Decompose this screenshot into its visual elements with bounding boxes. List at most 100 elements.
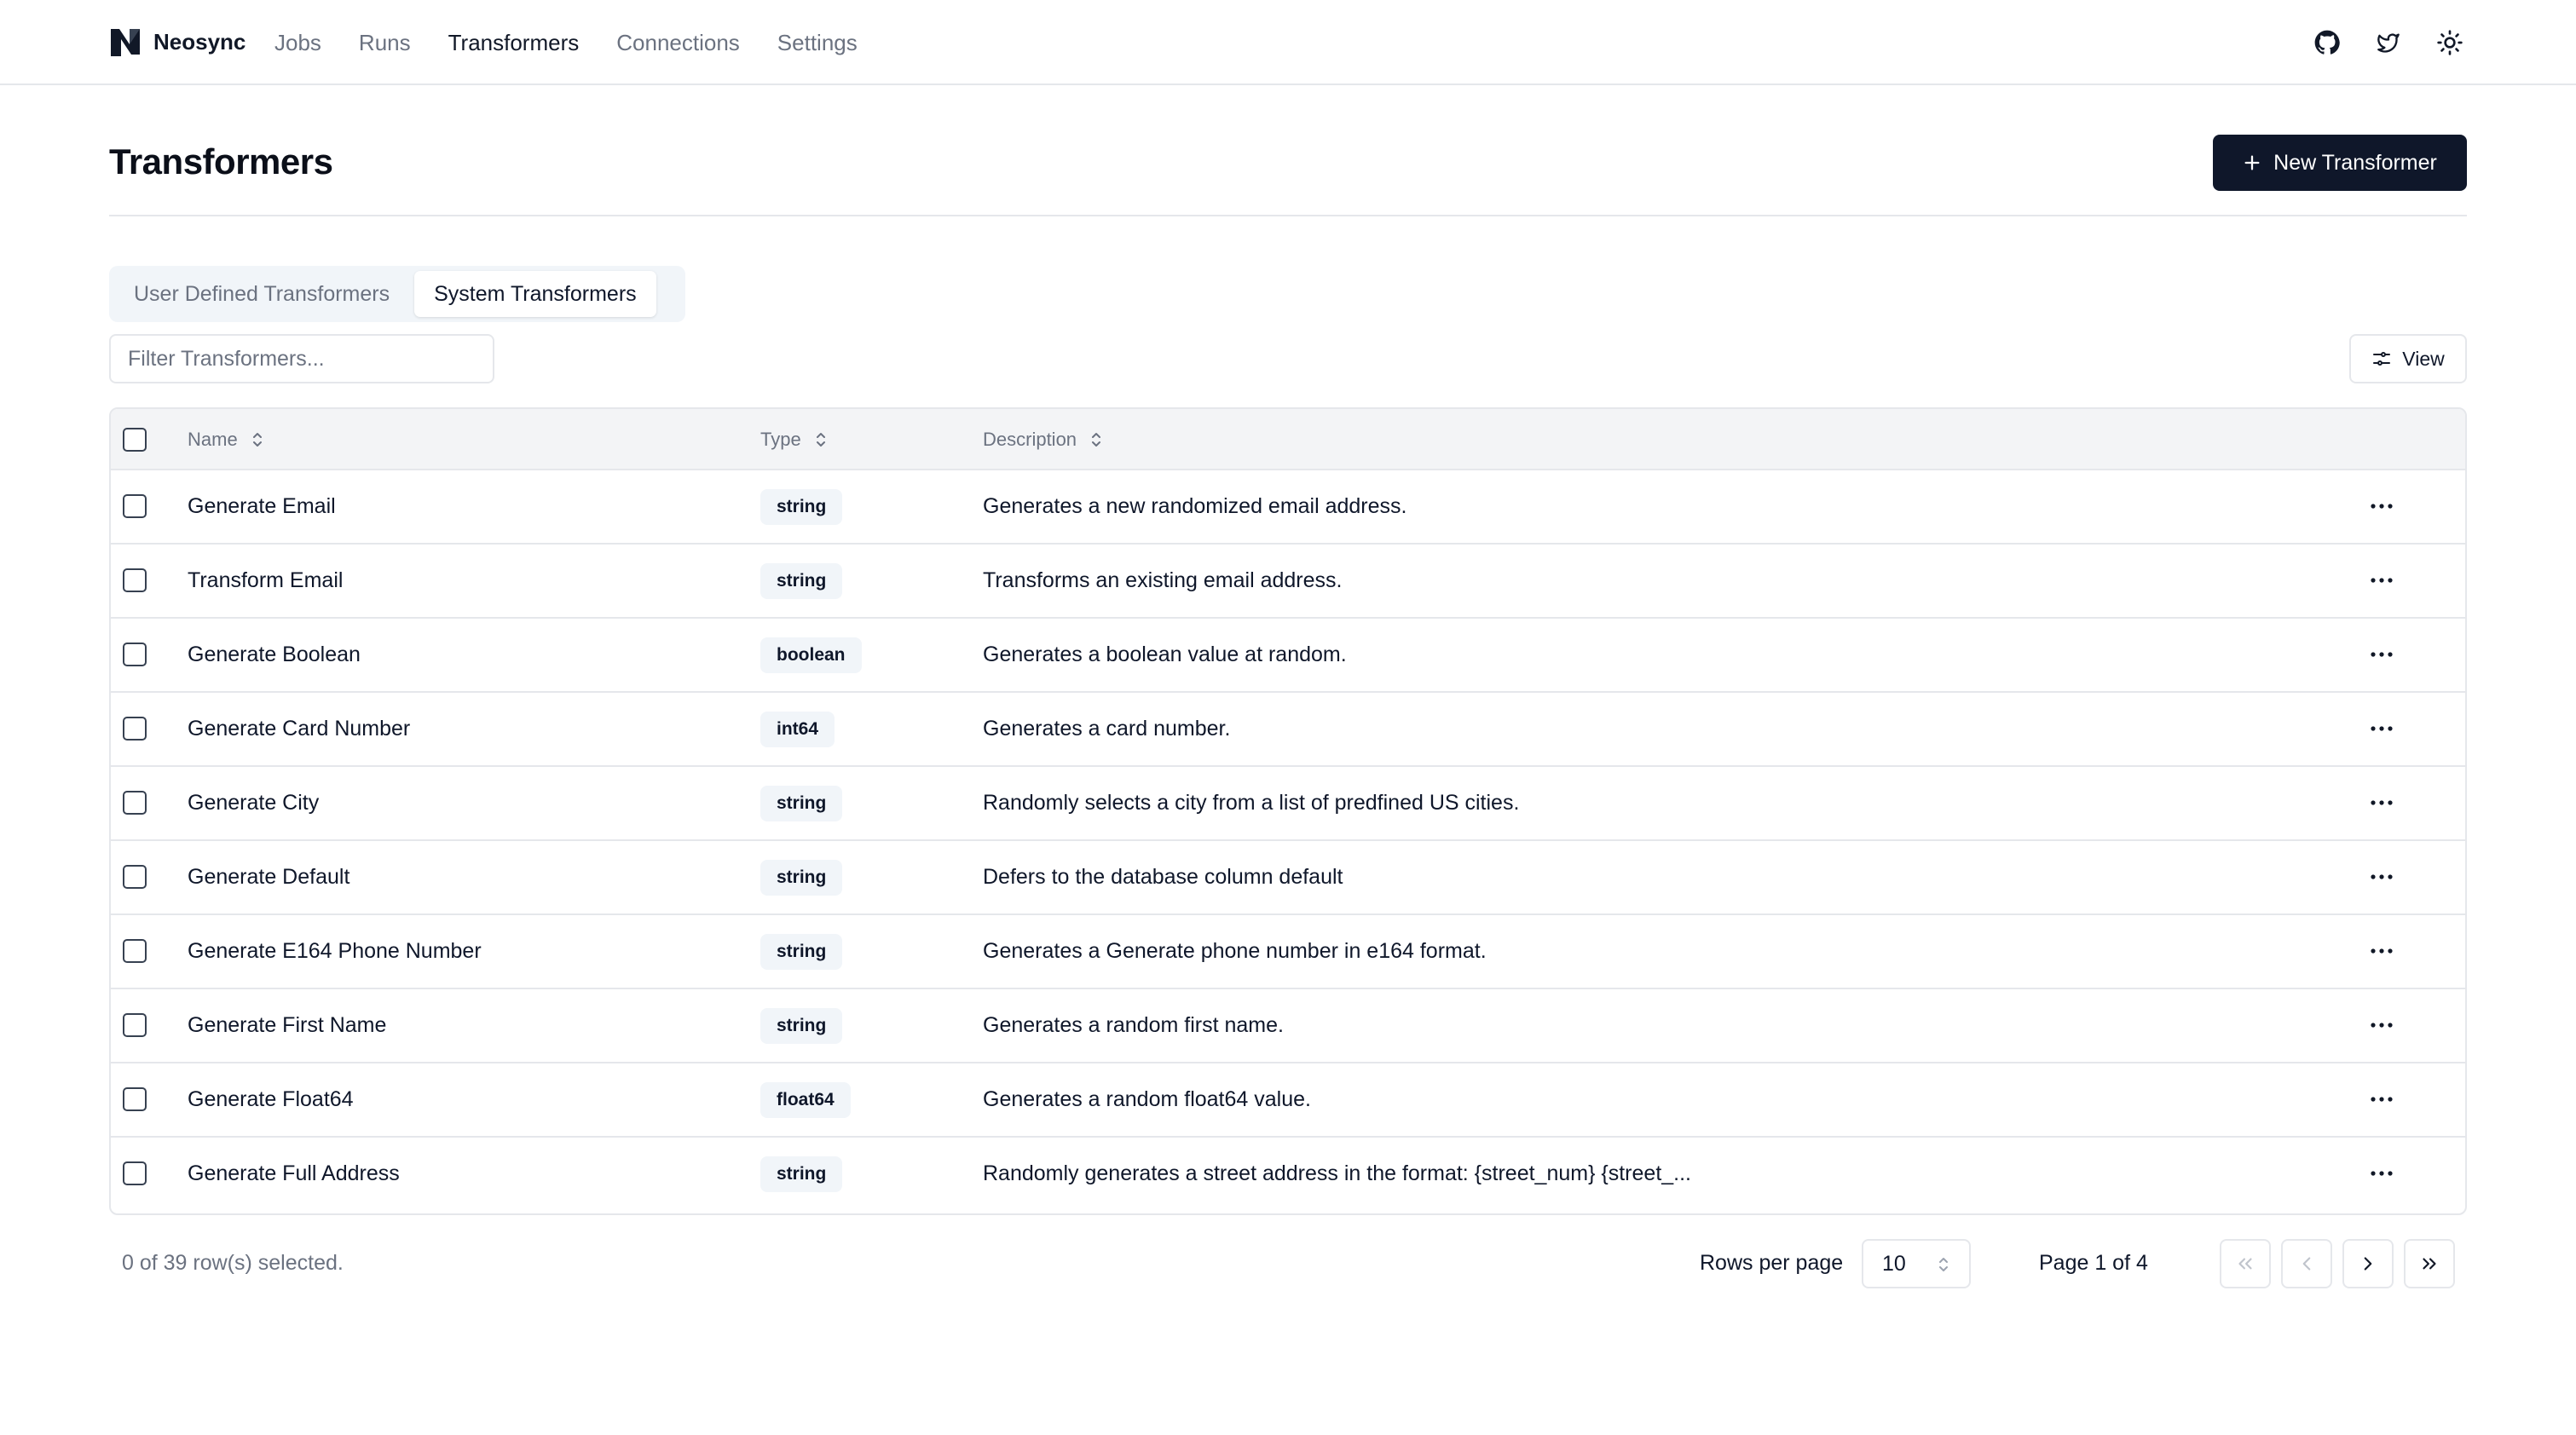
column-header-name-label: Name — [188, 429, 238, 450]
row-actions-more-icon[interactable] — [2361, 936, 2402, 966]
main-nav: Jobs Runs Transformers Connections Setti… — [274, 26, 858, 60]
type-badge: string — [760, 1007, 843, 1044]
type-badge: string — [760, 488, 843, 525]
filter-transformers-input[interactable] — [109, 334, 494, 383]
transformer-type-cell: float64 — [760, 1063, 851, 1136]
chevron-left-icon — [2302, 1257, 2311, 1271]
row-select-checkbox[interactable] — [123, 791, 147, 815]
transformer-description: Defers to the database column default — [983, 865, 1343, 889]
row-actions-more-icon[interactable] — [2361, 862, 2402, 892]
transformer-name: Generate Float64 — [188, 1087, 354, 1111]
table-row[interactable]: Generate First Name string Generates a ran… — [111, 989, 2465, 1063]
view-options-button[interactable]: View — [2349, 334, 2467, 383]
previous-page-button[interactable] — [2281, 1239, 2332, 1288]
row-select-checkbox[interactable] — [123, 1161, 147, 1185]
table-row[interactable]: Generate City string Randomly selects a ci… — [111, 767, 2465, 841]
table-row[interactable]: Generate Default string Defers to the data… — [111, 841, 2465, 915]
transformer-type-cell: string — [760, 470, 843, 543]
row-select-checkbox[interactable] — [123, 1013, 147, 1037]
row-select-checkbox[interactable] — [123, 717, 147, 741]
table-header: Name Type Description — [111, 409, 2465, 470]
chevrons-left-icon — [2238, 1258, 2252, 1270]
column-header-type-label: Type — [760, 429, 801, 450]
transformer-name: Generate City — [188, 791, 320, 815]
column-header-type[interactable]: Type — [760, 409, 829, 470]
type-badge: int64 — [760, 711, 835, 747]
table-row[interactable]: Generate Full Address string Randomly gene… — [111, 1138, 2465, 1212]
sort-icon — [252, 433, 262, 447]
transformer-type-cell: string — [760, 1138, 843, 1210]
row-actions-more-icon[interactable] — [2361, 565, 2402, 596]
page-title: Transformers — [109, 141, 333, 182]
rows-per-page-value: 10 — [1882, 1251, 1906, 1276]
sun-icon[interactable] — [2433, 26, 2467, 60]
transformer-type-cell: boolean — [760, 619, 862, 691]
sort-icon — [1092, 433, 1101, 447]
table-row[interactable]: Generate Float64 float64 Generates a rando… — [111, 1063, 2465, 1138]
table-row[interactable]: Generate E164 Phone Number string Generate… — [111, 915, 2465, 989]
transformer-type-cell: string — [760, 915, 843, 988]
header-actions — [2310, 26, 2467, 60]
sliders-icon — [2373, 352, 2391, 366]
chevrons-right-icon — [2423, 1258, 2436, 1270]
row-actions-more-icon[interactable] — [2361, 713, 2402, 744]
row-select-checkbox[interactable] — [123, 643, 147, 666]
transformer-name: Generate Boolean — [188, 643, 361, 666]
row-actions-more-icon[interactable] — [2361, 639, 2402, 670]
row-select-checkbox[interactable] — [123, 494, 147, 518]
tab-system-transformers[interactable]: System Transformers — [414, 271, 656, 317]
transformer-description: Generates a random float64 value. — [983, 1087, 1311, 1111]
type-badge: string — [760, 933, 843, 970]
chevron-right-icon — [2364, 1257, 2372, 1271]
row-actions-more-icon[interactable] — [2361, 491, 2402, 522]
brand[interactable]: Neosync — [109, 26, 245, 58]
rows-per-page-select[interactable]: 10 — [1862, 1239, 1971, 1288]
plus-icon — [2244, 155, 2260, 170]
transformer-description: Generates a boolean value at random. — [983, 643, 1347, 666]
nav-item-transformers[interactable]: Transformers — [448, 26, 580, 60]
transformers-table: Name Type Description Generate Email stri… — [109, 407, 2467, 1215]
column-header-description[interactable]: Description — [983, 409, 1104, 470]
transformer-description: Randomly selects a city from a list of p… — [983, 791, 1520, 815]
row-actions-more-icon[interactable] — [2361, 1084, 2402, 1115]
first-page-button[interactable] — [2220, 1239, 2271, 1288]
neosync-logo-icon — [111, 29, 140, 56]
nav-item-settings[interactable]: Settings — [777, 26, 858, 60]
table-row[interactable]: Transform Email string Transforms an exist… — [111, 545, 2465, 619]
row-select-checkbox[interactable] — [123, 568, 147, 592]
nav-item-connections[interactable]: Connections — [616, 26, 740, 60]
nav-item-runs[interactable]: Runs — [359, 26, 411, 60]
row-actions-more-icon[interactable] — [2361, 1158, 2402, 1189]
select-all-checkbox[interactable] — [123, 428, 147, 452]
row-actions-more-icon[interactable] — [2361, 787, 2402, 818]
row-select-checkbox[interactable] — [123, 939, 147, 963]
rows-per-page-label: Rows per page — [1700, 1251, 1844, 1275]
row-actions-more-icon[interactable] — [2361, 1010, 2402, 1040]
transformer-description: Generates a random first name. — [983, 1013, 1284, 1037]
transformer-name: Generate Card Number — [188, 717, 411, 741]
type-badge: float64 — [760, 1081, 851, 1118]
tab-user-defined-transformers[interactable]: User Defined Transformers — [114, 271, 409, 317]
type-badge: string — [760, 785, 843, 821]
row-select-checkbox[interactable] — [123, 865, 147, 889]
last-page-button[interactable] — [2404, 1239, 2455, 1288]
table-row[interactable]: Generate Email string Generates a new rand… — [111, 470, 2465, 545]
transformer-type-cell: string — [760, 767, 843, 839]
transformer-description: Generates a Generate phone number in e16… — [983, 939, 1487, 963]
type-badge: string — [760, 562, 843, 599]
github-icon[interactable] — [2310, 26, 2344, 60]
row-select-checkbox[interactable] — [123, 1087, 147, 1111]
table-row[interactable]: Generate Card Number int64 Generates a car… — [111, 693, 2465, 767]
table-row[interactable]: Generate Boolean boolean Generates a boole… — [111, 619, 2465, 693]
column-header-name[interactable]: Name — [188, 409, 265, 470]
chevron-up-down-icon — [1939, 1258, 1948, 1271]
transformer-description: Transforms an existing email address. — [983, 568, 1343, 592]
transformer-tabs: User Defined Transformers System Transfo… — [109, 266, 685, 322]
twitter-icon[interactable] — [2371, 26, 2406, 60]
new-transformer-button[interactable]: New Transformer — [2213, 135, 2467, 191]
selection-count: 0 of 39 row(s) selected. — [122, 1251, 344, 1275]
nav-item-jobs[interactable]: Jobs — [274, 26, 321, 60]
transformer-description: Randomly generates a street address in t… — [983, 1161, 1692, 1185]
sort-icon — [816, 433, 825, 447]
next-page-button[interactable] — [2342, 1239, 2394, 1288]
